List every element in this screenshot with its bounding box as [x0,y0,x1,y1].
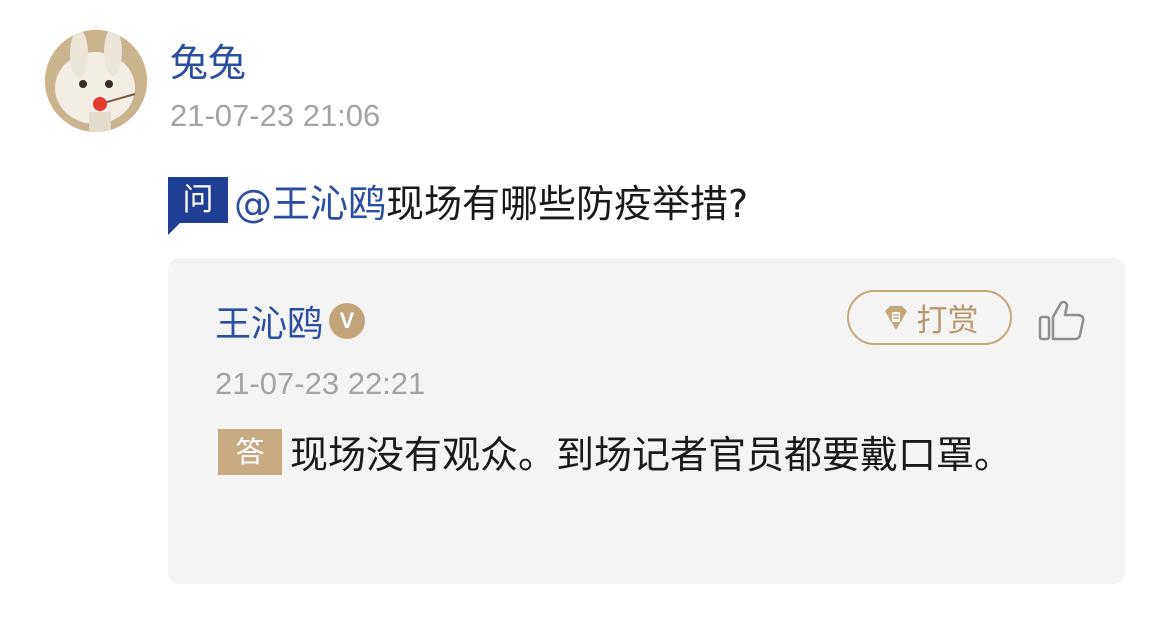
answer-body: 答现场没有观众。到场记者官员都要戴口罩。 [218,424,1078,486]
question-badge: 问 [168,177,228,235]
thumbs-up-icon[interactable] [1038,298,1086,342]
tip-button[interactable]: 打赏 [847,290,1012,345]
question-timestamp: 21-07-23 21:06 [170,98,381,133]
answer-timestamp: 21-07-23 22:21 [215,366,426,401]
gem-icon [884,305,907,330]
verified-badge-icon: V [329,303,366,339]
answer-card: 王沁鸥 V 打赏 21-07-23 22:21 答现场没有观众。到场记者官员都要… [168,258,1125,584]
mention-link[interactable]: @王沁鸥 [234,173,386,228]
answer-text: 现场没有观众。到场记者官员都要戴口罩。 [290,433,1013,477]
answerer-name[interactable]: 王沁鸥 [215,295,323,347]
question-row: 问 @王沁鸥 现场有哪些防疫举措? [168,170,749,235]
rabbit-avatar-image [45,30,147,132]
answerer-row: 王沁鸥 V [215,295,366,347]
asker-name[interactable]: 兔兔 [170,36,246,90]
question-text: 现场有哪些防疫举措? [386,181,749,226]
answer-badge: 答 [218,429,282,475]
tip-label: 打赏 [916,303,979,339]
asker-avatar[interactable] [45,30,147,132]
